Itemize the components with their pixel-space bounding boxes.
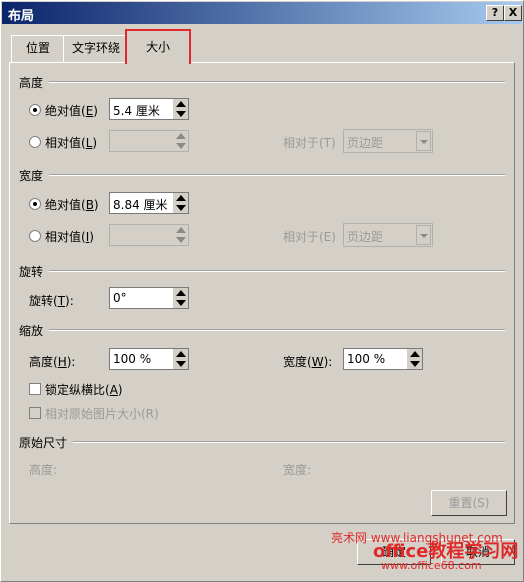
spin-down-button[interactable] [173, 109, 188, 119]
chevron-down-icon [416, 131, 431, 151]
scale-height-value: 100 % [113, 352, 152, 366]
height-absolute-label: 绝对值(E) [45, 104, 98, 118]
height-relative-radio[interactable] [29, 136, 41, 148]
width-relative-to-label: 相对于(E) [283, 230, 336, 244]
width-relative-spinner[interactable] [109, 224, 189, 246]
height-absolute-radio[interactable] [29, 104, 41, 116]
width-relative-label: 相对值(I) [45, 230, 94, 244]
width-absolute-label: 绝对值(B) [45, 198, 99, 212]
chevron-down-icon [416, 225, 431, 245]
spin-up-button[interactable] [173, 193, 188, 203]
height-relative-label: 相对值(L) [45, 136, 98, 150]
width-relative-radio[interactable] [29, 230, 41, 242]
width-absolute-radio[interactable] [29, 198, 41, 210]
rotate-spinner[interactable]: 0° [109, 287, 189, 309]
tab-size[interactable]: 大小 [125, 29, 191, 64]
height-relative-to-select[interactable]: 页边距 [343, 129, 433, 153]
scale-section-title: 缩放 [19, 324, 44, 338]
spin-up-button[interactable] [173, 349, 188, 359]
spin-down-button[interactable] [173, 359, 188, 369]
height-relative-to-value: 页边距 [347, 136, 384, 150]
spin-down-button[interactable] [173, 203, 188, 213]
spin-up-button[interactable] [173, 99, 188, 109]
relative-original-checkbox[interactable] [29, 407, 41, 419]
rotate-label: 旋转(T): [29, 294, 74, 308]
close-button[interactable]: X [504, 5, 522, 21]
scale-height-label: 高度(H): [29, 355, 76, 369]
height-absolute-spinner[interactable]: 5.4 厘米 [109, 98, 189, 120]
width-absolute-spinner[interactable]: 8.84 厘米 [109, 192, 189, 214]
spin-up-button[interactable] [407, 349, 422, 359]
layout-dialog: 布局 ? X 位置 文字环绕 大小 高度 绝对值(E) 5.4 厘米 相对值(L… [0, 0, 524, 582]
height-section-title: 高度 [19, 76, 44, 90]
spin-up-button[interactable] [173, 288, 188, 298]
lock-aspect-label: 锁定纵横比(A) [45, 383, 123, 397]
original-width-label: 宽度: [283, 463, 312, 477]
scale-width-label: 宽度(W): [283, 355, 333, 369]
original-height-label: 高度: [29, 463, 58, 477]
watermark-line3: www.office68.com [381, 559, 482, 572]
spin-down-button[interactable] [407, 359, 422, 369]
size-panel [9, 62, 515, 524]
spin-down-button[interactable] [173, 298, 188, 308]
original-size-section-title: 原始尺寸 [19, 436, 68, 450]
divider [49, 81, 505, 83]
scale-width-spinner[interactable]: 100 % [343, 348, 423, 370]
height-relative-spinner[interactable] [109, 130, 189, 152]
divider [49, 174, 505, 176]
reset-button[interactable]: 重置(S) [431, 490, 507, 516]
rotate-section-title: 旋转 [19, 265, 44, 279]
divider [49, 329, 505, 331]
scale-height-spinner[interactable]: 100 % [109, 348, 189, 370]
title-bar: 布局 ? X [2, 2, 522, 24]
divider [49, 270, 505, 272]
scale-width-value: 100 % [347, 352, 386, 366]
width-section-title: 宽度 [19, 169, 44, 183]
height-relative-to-label: 相对于(T) [283, 136, 336, 150]
width-relative-to-select[interactable]: 页边距 [343, 223, 433, 247]
width-absolute-value: 8.84 厘米 [113, 198, 168, 212]
tab-position[interactable]: 位置 [11, 35, 65, 62]
rotate-value: 0° [113, 291, 127, 305]
help-button[interactable]: ? [486, 5, 504, 21]
height-absolute-value: 5.4 厘米 [113, 104, 160, 118]
relative-original-label: 相对原始图片大小(R) [45, 407, 159, 421]
lock-aspect-checkbox[interactable] [29, 383, 41, 395]
dialog-title: 布局 [8, 9, 35, 24]
width-relative-to-value: 页边距 [347, 230, 384, 244]
divider [73, 441, 505, 443]
tab-text-wrap[interactable]: 文字环绕 [63, 35, 129, 62]
